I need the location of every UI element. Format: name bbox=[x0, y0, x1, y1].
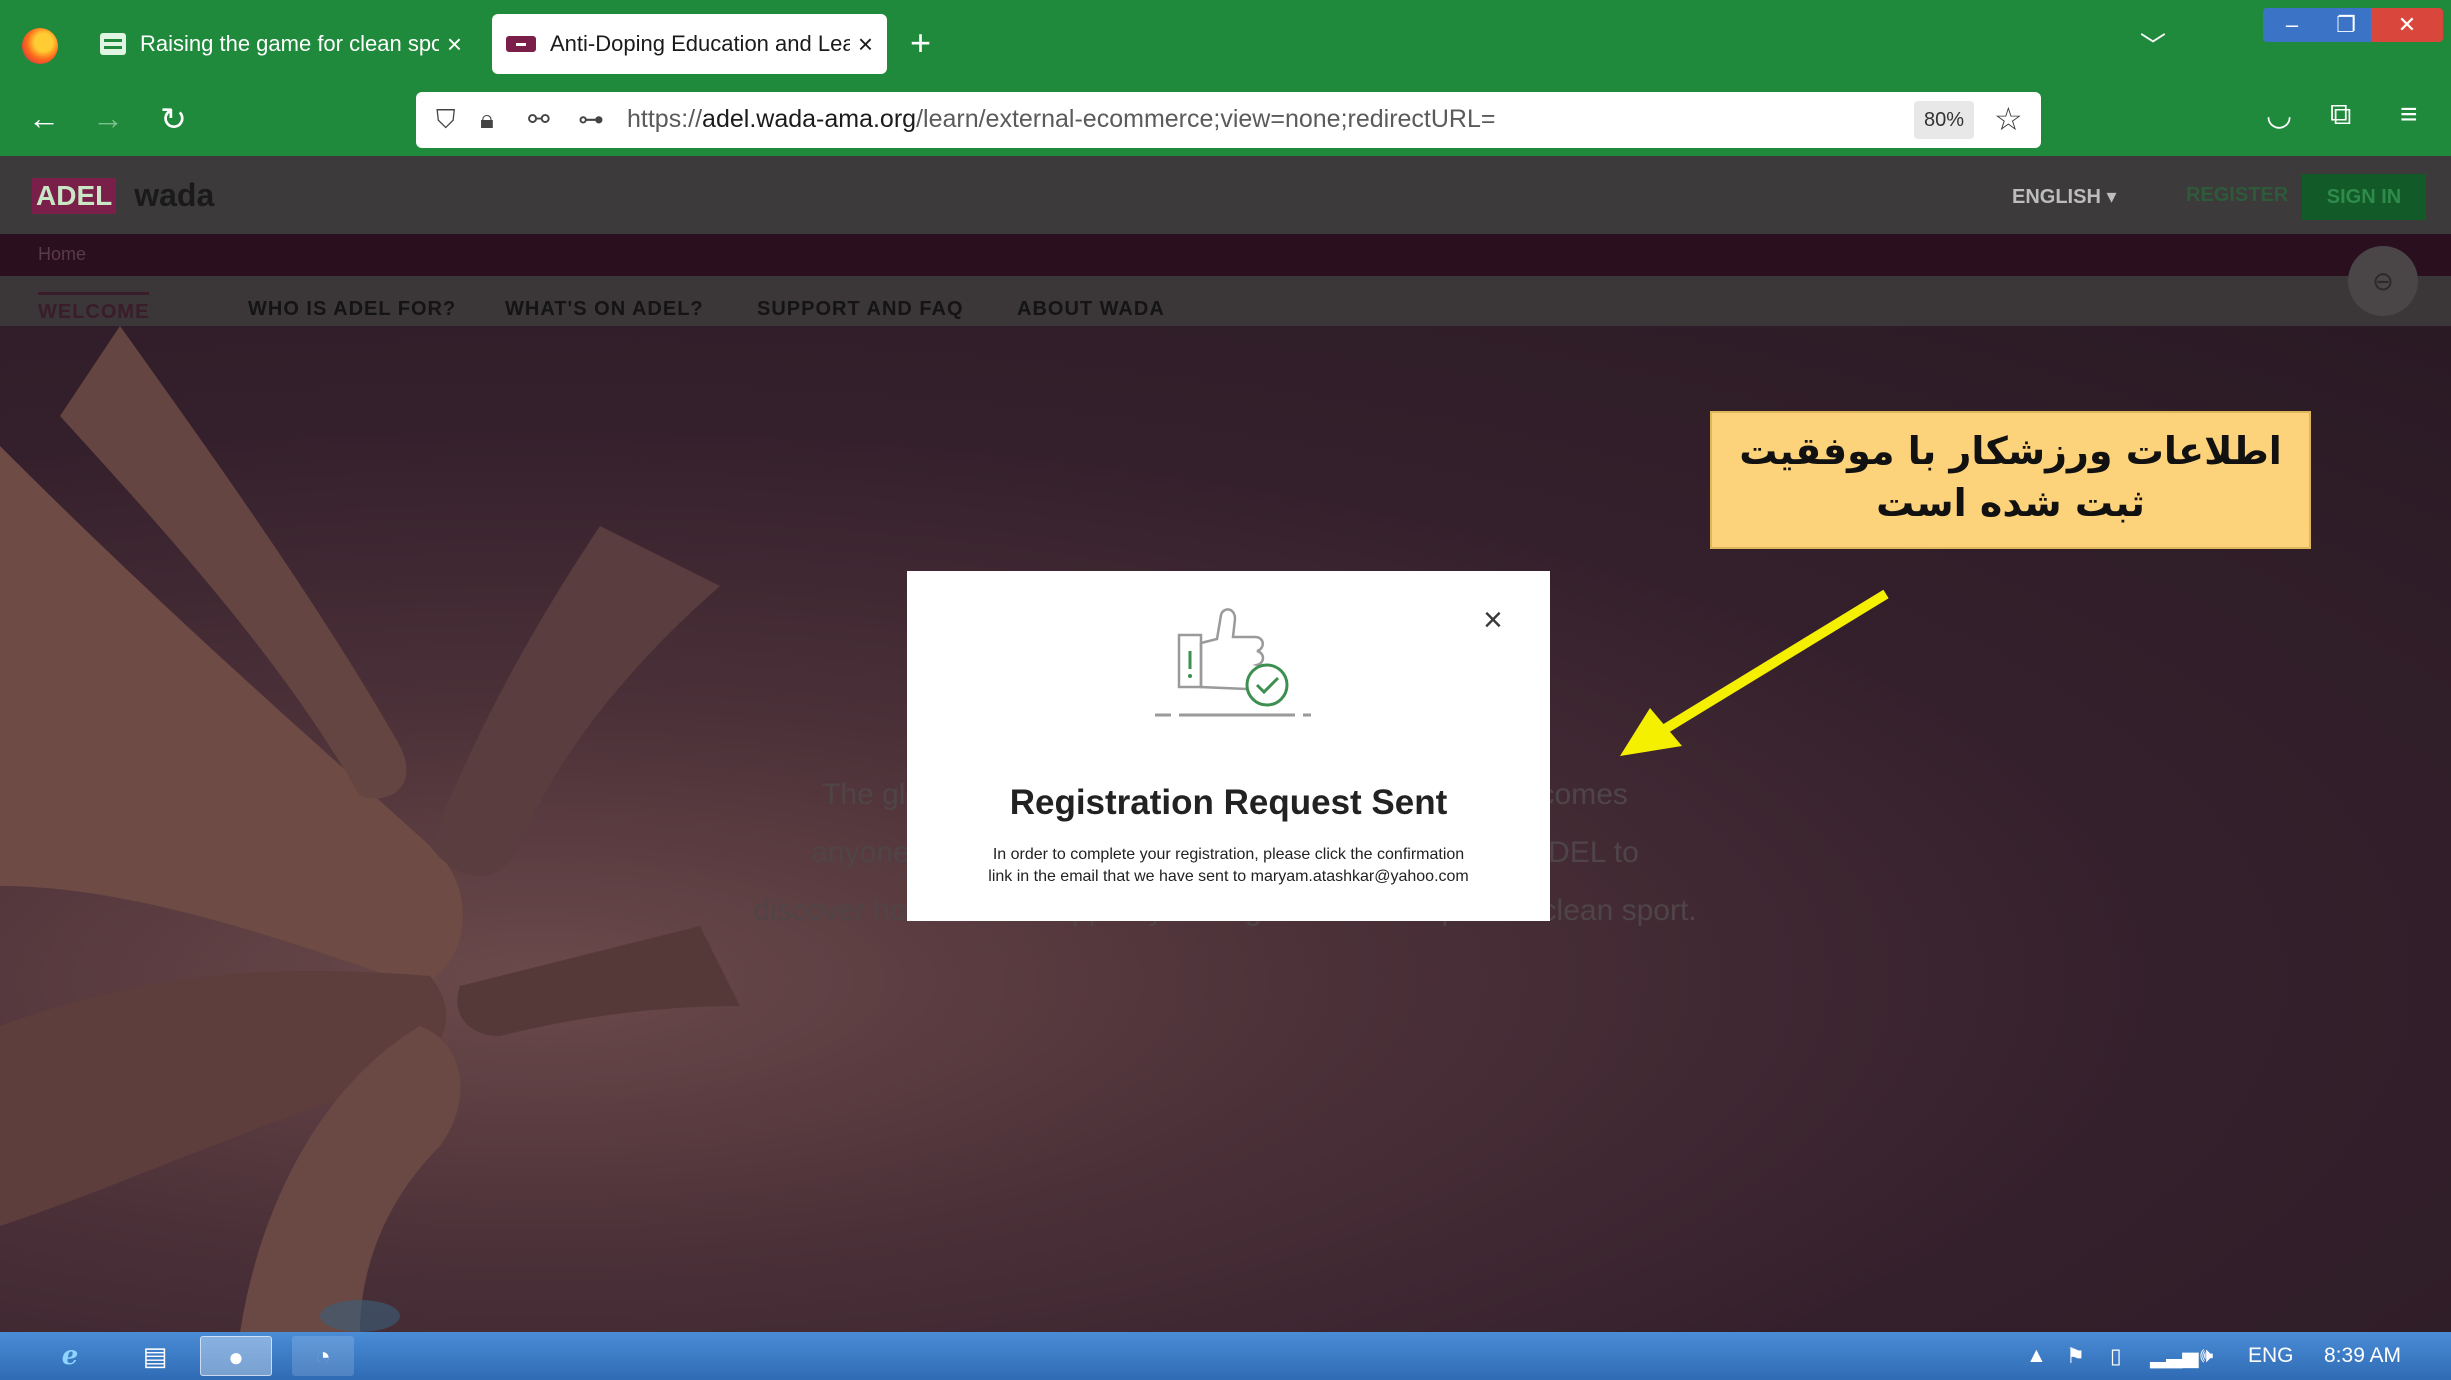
action-center-flag-icon[interactable]: ⚑ bbox=[2066, 1344, 2085, 1369]
language-label: ENGLISH bbox=[2012, 186, 2101, 208]
back-arrow-icon[interactable]: ← bbox=[28, 100, 60, 137]
breadcrumb-home[interactable]: Home bbox=[38, 244, 86, 265]
site-header: ADEL wada ENGLISH ▾ REGISTER SIGN IN bbox=[0, 156, 2451, 234]
url-prefix: https:// bbox=[627, 105, 703, 133]
logo-wada-text: wada bbox=[134, 177, 215, 213]
logo-adel-text: ADEL bbox=[32, 178, 117, 214]
annotation-arrow-icon bbox=[1620, 589, 1889, 756]
file-explorer-icon[interactable]: ▤ bbox=[135, 1336, 175, 1376]
shield-icon[interactable]: ⛉ bbox=[436, 104, 456, 136]
register-link[interactable]: REGISTER bbox=[2186, 184, 2288, 207]
paint-taskbar-icon[interactable]: ◔ bbox=[292, 1336, 354, 1376]
lock-icon[interactable]: 🔒︎ bbox=[480, 104, 494, 136]
modal-close-icon[interactable]: × bbox=[1483, 601, 1503, 640]
volume-icon[interactable]: 🕪︎ bbox=[2200, 1344, 2213, 1368]
windows-taskbar: e ▤ ● ◔ ▲ ⚑ ▯ ▂▃▅ 🕪︎ ENG 8:39 AM bbox=[0, 1332, 2451, 1380]
site-nav: WELCOME WHO IS ADEL FOR? WHAT'S ON ADEL?… bbox=[0, 276, 2451, 326]
firefox-taskbar-icon[interactable]: ● bbox=[200, 1336, 272, 1376]
nav-welcome[interactable]: WELCOME bbox=[38, 292, 150, 324]
modal-title: Registration Request Sent bbox=[1009, 783, 1448, 822]
pocket-icon[interactable]: ◡ bbox=[2266, 98, 2292, 133]
annotation-line: اطلاعات ورزشکار با موفقیت bbox=[1739, 429, 2282, 473]
nav-support-and-faq[interactable]: SUPPORT AND FAQ bbox=[757, 298, 964, 321]
web-page: ADEL wada ENGLISH ▾ REGISTER SIGN IN Hom… bbox=[0, 156, 2451, 1332]
key-icon[interactable]: ⊶ bbox=[578, 104, 604, 135]
url-bar[interactable]: ⛉ 🔒︎ ⚯ ⊶ https://adel.wada-ama.org/learn… bbox=[416, 92, 2041, 148]
new-tab-button[interactable]: + bbox=[910, 22, 931, 64]
forward-arrow-icon[interactable]: → bbox=[92, 100, 124, 137]
show-hidden-icons-icon[interactable]: ▲ bbox=[2026, 1344, 2047, 1368]
navigation-toolbar: ← → ↻ ⛉ 🔒︎ ⚯ ⊶ https://adel.wada-ama.org… bbox=[0, 86, 2451, 156]
modal-body: In order to complete your registration, … bbox=[937, 844, 1520, 888]
zoom-level-button[interactable]: 80% bbox=[1914, 101, 1974, 139]
nav-about-wada[interactable]: ABOUT WADA bbox=[1017, 298, 1165, 321]
tab-anti-doping[interactable]: ▬ Anti-Doping Education and Lea × bbox=[492, 14, 887, 74]
menu-icon[interactable]: ≡ bbox=[2400, 98, 2418, 132]
tab-title: Anti-Doping Education and Lea bbox=[550, 31, 850, 56]
extensions-icon[interactable]: ⧉ bbox=[2330, 98, 2351, 132]
network-signal-icon[interactable]: ▂▃▅ bbox=[2150, 1344, 2198, 1369]
registration-modal: × Registration Request Sent In order to … bbox=[907, 571, 1550, 921]
list-tabs-chevron-icon[interactable]: ﹀ bbox=[2140, 26, 2166, 63]
tab-strip: Raising the game for clean spor × ▬ Anti… bbox=[0, 0, 2451, 86]
language-selector[interactable]: ENGLISH ▾ bbox=[2012, 184, 2117, 209]
adel-wada-logo[interactable]: ADEL wada bbox=[32, 174, 214, 214]
reload-icon[interactable]: ↻ bbox=[160, 100, 187, 138]
url-path: /learn/external-ecommerce;view=none;redi… bbox=[916, 105, 1496, 133]
tab-raising-the-game[interactable]: Raising the game for clean spor × bbox=[86, 14, 476, 74]
minimize-button[interactable]: – bbox=[2263, 8, 2321, 42]
url-domain: adel.wada-ama.org bbox=[702, 105, 917, 133]
star-icon[interactable]: ☆ bbox=[1994, 100, 2023, 138]
nav-who-is-adel-for[interactable]: WHO IS ADEL FOR? bbox=[248, 298, 456, 321]
modal-body-line: link in the email that we have sent to m… bbox=[988, 868, 1469, 885]
annotation-line: ثبت شده است bbox=[1876, 481, 2145, 525]
internet-explorer-icon[interactable]: e bbox=[50, 1336, 90, 1376]
close-window-button[interactable]: ✕ bbox=[2371, 8, 2443, 42]
nav-whats-on-adel[interactable]: WHAT'S ON ADEL? bbox=[505, 298, 704, 321]
permissions-icon[interactable]: ⚯ bbox=[528, 104, 550, 135]
sign-in-button[interactable]: SIGN IN bbox=[2302, 174, 2426, 220]
firefox-logo-icon[interactable] bbox=[22, 28, 58, 64]
clock[interactable]: 8:39 AM bbox=[2324, 1344, 2401, 1368]
device-icon[interactable]: ▯ bbox=[2110, 1344, 2122, 1369]
tab-favicon-icon bbox=[100, 33, 126, 55]
tab-close-icon[interactable]: × bbox=[858, 29, 873, 60]
annotation-callout: اطلاعات ورزشکار با موفقیت ثبت شده است bbox=[1710, 411, 2311, 549]
breadcrumb: Home bbox=[0, 234, 2451, 276]
maximize-button[interactable]: ❐ bbox=[2321, 8, 2371, 42]
thumbs-up-check-icon bbox=[1155, 608, 1311, 717]
tab-close-icon[interactable]: × bbox=[447, 29, 462, 60]
link-copy-icon[interactable]: ⊖ bbox=[2348, 246, 2418, 316]
url-text[interactable]: https://adel.wada-ama.org/learn/external… bbox=[627, 105, 1496, 134]
modal-body-line: In order to complete your registration, … bbox=[992, 846, 1465, 863]
language-indicator[interactable]: ENG bbox=[2248, 1344, 2294, 1368]
tab-title: Raising the game for clean spor bbox=[140, 31, 439, 56]
tab-favicon-icon: ▬ bbox=[506, 36, 536, 52]
